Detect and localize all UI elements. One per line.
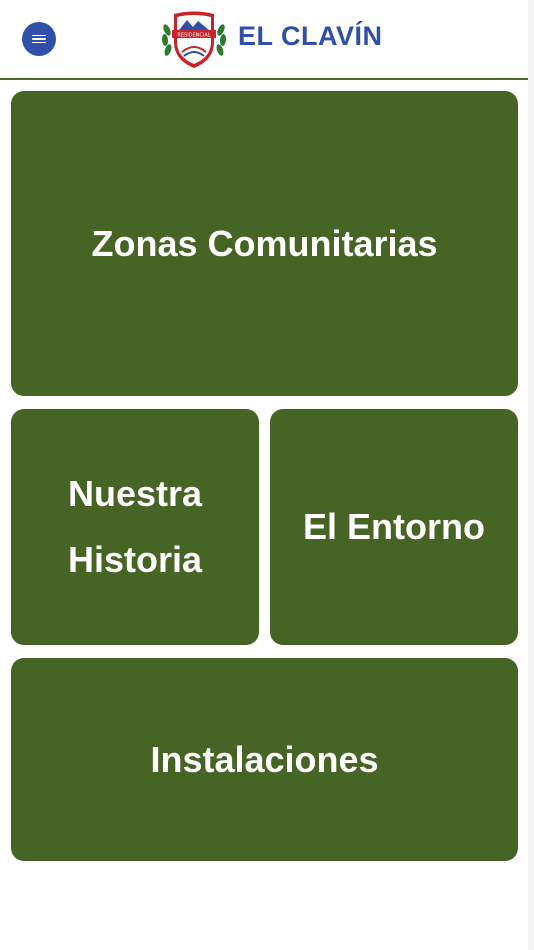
app-header: RESIDENCIAL EL CLAVÍN xyxy=(0,0,528,80)
tile-label-zonas: Zonas Comunitarias xyxy=(91,222,438,264)
tile-el-entorno[interactable]: El Entorno xyxy=(270,409,518,645)
menu-button[interactable] xyxy=(22,22,56,56)
tile-label-entorno: El Entorno xyxy=(303,506,485,547)
svg-text:RESIDENCIAL: RESIDENCIAL xyxy=(177,33,210,39)
tile-label-historia-line1: Nuestra xyxy=(67,473,203,514)
tile-label-historia-line2: Historia xyxy=(67,539,203,580)
tile-zonas-comunitarias[interactable]: Zonas Comunitarias xyxy=(11,91,518,396)
tile-instalaciones[interactable]: Instalaciones xyxy=(11,658,518,861)
crest-logo-icon[interactable]: RESIDENCIAL xyxy=(160,8,228,70)
right-edge-divider xyxy=(528,0,534,950)
tile-label-instalaciones: Instalaciones xyxy=(150,738,379,780)
tile-label-historia: Nuestra Historia xyxy=(68,461,202,593)
hamburger-menu-icon xyxy=(32,33,46,46)
tile-nuestra-historia[interactable]: Nuestra Historia xyxy=(11,409,259,645)
brand-title: EL CLAVÍN xyxy=(238,21,383,51)
